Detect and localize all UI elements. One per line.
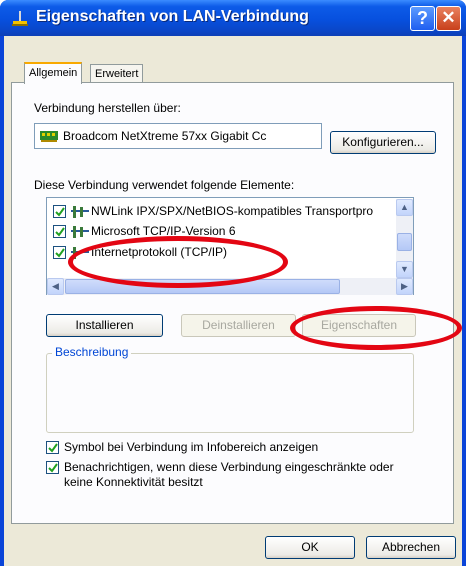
cancel-button[interactable]: Abbrechen xyxy=(366,536,456,559)
window-title: Eigenschaften von LAN-Verbindung xyxy=(36,8,309,25)
components-label: Diese Verbindung verwendet folgende Elem… xyxy=(34,178,295,192)
tab-erweitert-label: Erweitert xyxy=(95,68,139,80)
cancel-button-label: Abbrechen xyxy=(381,540,441,554)
install-button[interactable]: Installieren xyxy=(46,314,163,337)
scroll-right-button[interactable]: ▶ xyxy=(396,278,413,295)
notify-checkbox[interactable] xyxy=(46,461,59,474)
scroll-down-button[interactable]: ▼ xyxy=(396,261,413,278)
chevron-right-icon: ▶ xyxy=(401,281,408,291)
adapter-name: Broadcom NetXtreme 57xx Gigabit Cc xyxy=(63,129,267,143)
highlight-ellipse-tcpip xyxy=(68,236,288,288)
list-item[interactable]: NWLink IPX/SPX/NetBIOS-kompatibles Trans… xyxy=(51,203,401,221)
network-connection-icon xyxy=(12,11,28,26)
show-icon-label: Symbol bei Verbindung im Infobereich anz… xyxy=(64,440,319,454)
checkmark-icon xyxy=(48,463,58,473)
checkmark-icon xyxy=(55,227,65,237)
help-icon: ? xyxy=(417,8,428,28)
uninstall-button-label: Deinstallieren xyxy=(202,318,275,332)
close-button[interactable]: ✕ xyxy=(436,6,461,31)
help-button[interactable]: ? xyxy=(410,6,435,31)
protocol-icon xyxy=(71,206,89,218)
uninstall-button[interactable]: Deinstallieren xyxy=(181,314,296,337)
tab-erweitert[interactable]: Erweitert xyxy=(90,64,144,84)
scroll-up-button[interactable]: ▲ xyxy=(396,199,413,216)
vertical-scrollbar[interactable]: ▲ ▼ xyxy=(396,199,413,278)
checkmark-icon xyxy=(48,443,58,453)
highlight-ellipse-properties xyxy=(290,306,462,350)
protocol-icon xyxy=(71,226,89,238)
notify-label-line2: keine Konnektivität besitzt xyxy=(64,475,203,489)
checkmark-icon xyxy=(55,207,65,217)
close-icon: ✕ xyxy=(441,8,456,27)
configure-button[interactable]: Konfigurieren... xyxy=(330,131,436,154)
tab-allgemein-label: Allgemein xyxy=(29,67,78,79)
chevron-left-icon: ◀ xyxy=(52,281,59,291)
chevron-up-icon: ▲ xyxy=(400,202,409,212)
ok-button[interactable]: OK xyxy=(265,536,355,559)
show-icon-checkbox[interactable] xyxy=(46,441,59,454)
component-checkbox[interactable] xyxy=(53,225,66,238)
configure-button-label: Konfigurieren... xyxy=(342,135,424,149)
adapter-field: Broadcom NetXtreme 57xx Gigabit Cc xyxy=(34,123,322,149)
description-group xyxy=(46,353,414,433)
ok-button-label: OK xyxy=(301,540,319,554)
description-title: Beschreibung xyxy=(52,345,132,359)
notify-label-line1: Benachrichtigen, wenn diese Verbindung e… xyxy=(64,460,394,474)
scroll-thumb[interactable] xyxy=(397,233,412,251)
checkmark-icon xyxy=(55,248,65,258)
title-bar[interactable]: Eigenschaften von LAN-Verbindung ? ✕ xyxy=(0,0,466,36)
component-checkbox[interactable] xyxy=(53,246,66,259)
component-label: NWLink IPX/SPX/NetBIOS-kompatibles Trans… xyxy=(91,204,374,218)
network-adapter-icon xyxy=(40,131,58,142)
install-button-label: Installieren xyxy=(75,318,134,332)
connect-via-label: Verbindung herstellen über: xyxy=(34,101,181,115)
tab-allgemein[interactable]: Allgemein xyxy=(24,62,83,84)
scroll-left-button[interactable]: ◀ xyxy=(47,278,64,295)
component-checkbox[interactable] xyxy=(53,205,66,218)
chevron-down-icon: ▼ xyxy=(400,264,409,274)
